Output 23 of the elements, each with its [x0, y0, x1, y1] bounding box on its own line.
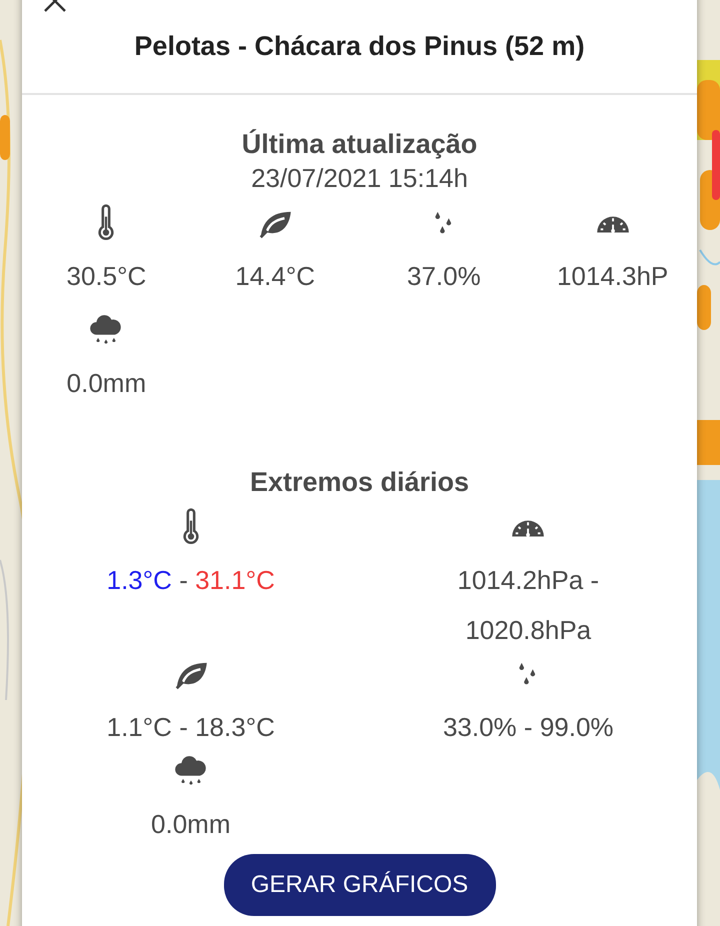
dialog-title: Pelotas - Chácara dos Pinus (52 m) — [134, 30, 585, 64]
min-value: 1.3°C — [106, 565, 172, 596]
min-value: 33.0% — [442, 712, 517, 742]
reading-value: 37.0% — [407, 260, 481, 293]
range-separator: - — [590, 565, 600, 596]
range-separator: - — [179, 565, 188, 596]
min-value: 0.0mm — [151, 809, 230, 840]
reading-value: 1014.3hP — [556, 260, 668, 293]
min-value: 1014.2hPa — [457, 565, 584, 596]
section-heading: Extremos diários — [250, 466, 470, 500]
reading-value: 30.5°C — [66, 260, 146, 293]
generate-charts-button[interactable]: GERAR GRÁFICOS — [224, 854, 496, 916]
section-heading: Última atualização — [242, 128, 478, 161]
update-timestamp: 23/07/2021 15:14h — [251, 162, 468, 196]
reading-value: 0.0mm — [66, 367, 146, 400]
reading-value: 14.4°C — [235, 260, 316, 293]
min-value: 1.1°C — [106, 712, 172, 742]
max-value: 99.0% — [540, 712, 614, 742]
max-value: 31.1°C — [195, 565, 275, 596]
max-value: 18.3°C — [195, 712, 275, 742]
max-value: 1020.8hPa — [465, 614, 592, 645]
range-separator: - — [179, 712, 188, 742]
range-separator: - — [524, 712, 533, 742]
